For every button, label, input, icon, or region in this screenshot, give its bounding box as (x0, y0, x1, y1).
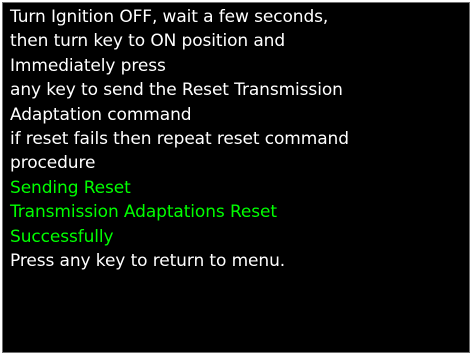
instruction-line: any key to send the Reset Transmission (10, 80, 343, 101)
status-line: Successfully (10, 226, 114, 247)
instruction-line: Turn Ignition OFF, wait a few seconds, (10, 7, 329, 27)
instruction-line: procedure (10, 153, 96, 174)
status-line: Sending Reset (10, 177, 131, 198)
instruction-line: then turn key to ON position and (10, 31, 286, 52)
instruction-line: Immediately press (10, 55, 166, 76)
instruction-line: if reset fails then repeat reset command (10, 129, 349, 150)
instruction-line: Adaptation command (10, 104, 192, 125)
prompt-line: Press any key to return to menu. (10, 251, 286, 272)
terminal-output-panel: Turn Ignition OFF, wait a few seconds, t… (2, 2, 470, 353)
status-line: Transmission Adaptations Reset (10, 202, 277, 223)
